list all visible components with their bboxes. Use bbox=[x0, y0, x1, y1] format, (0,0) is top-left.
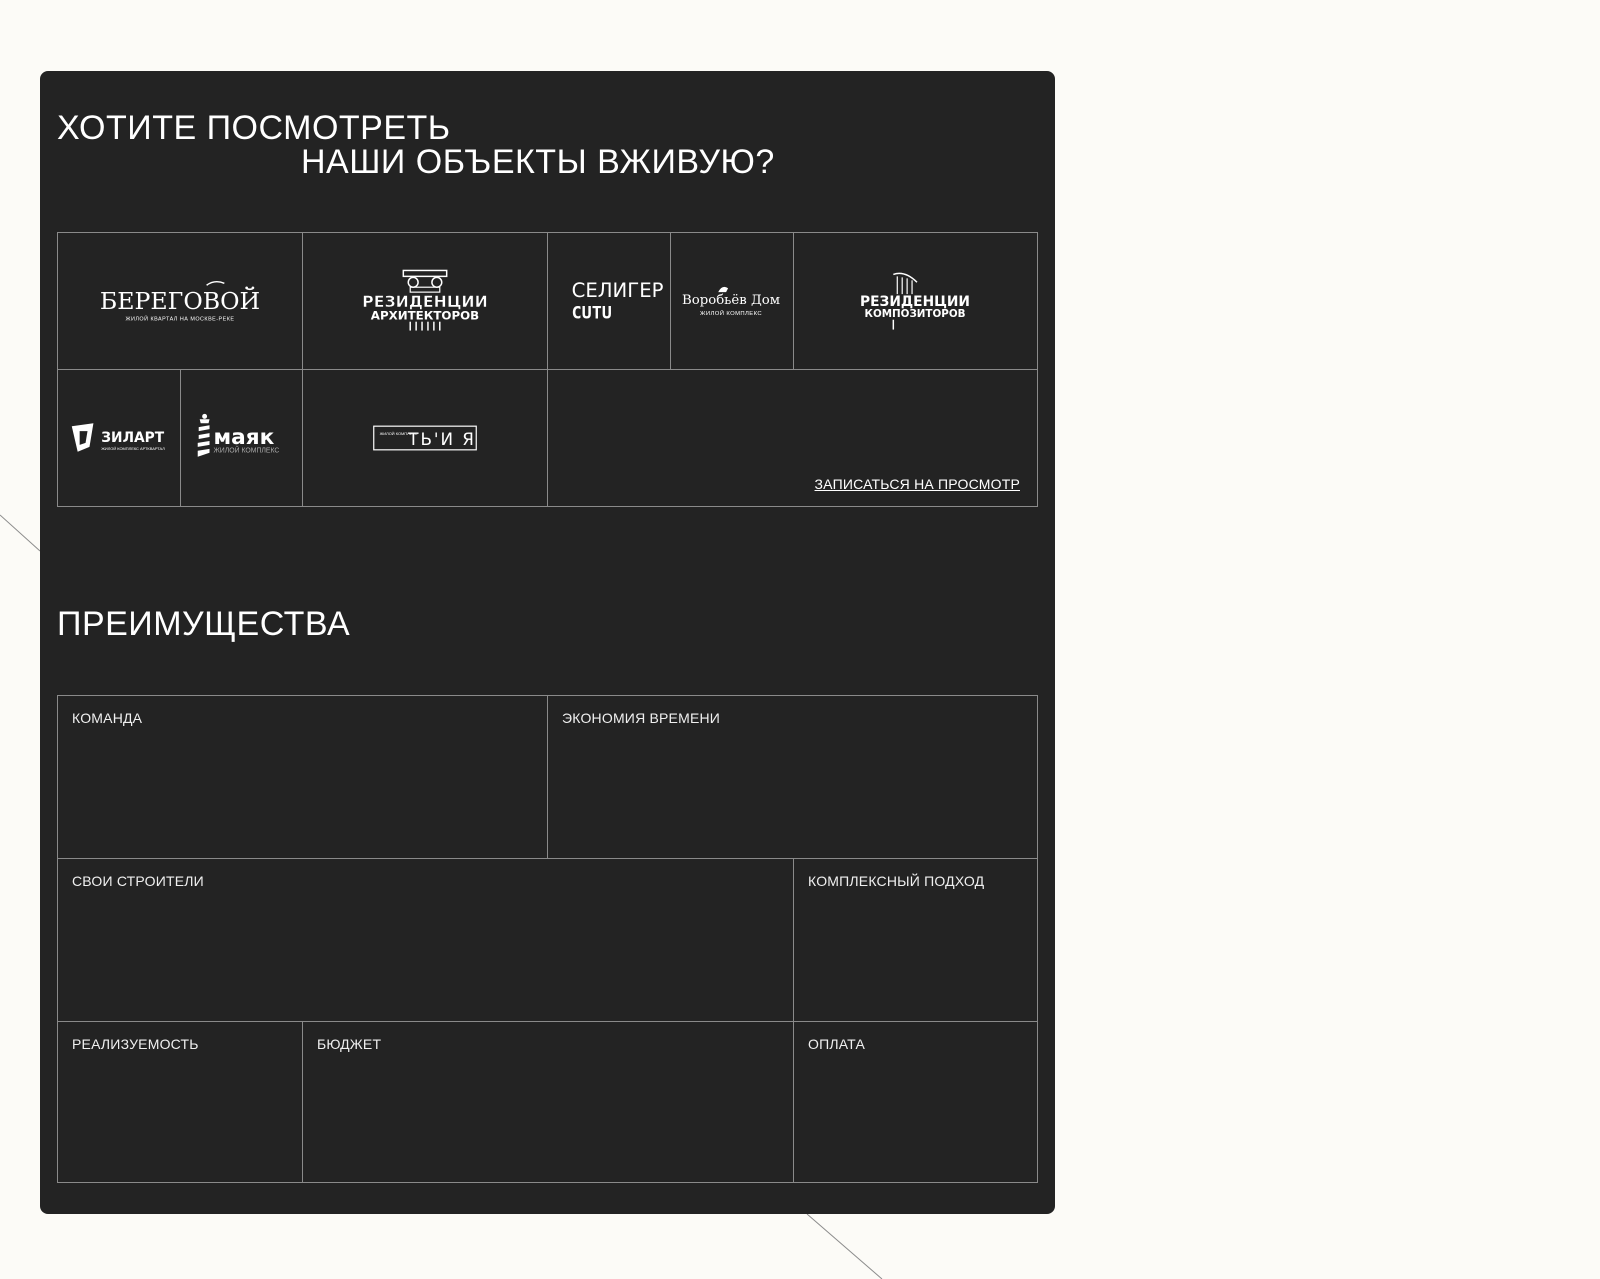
beregovoy-logo-text: БЕРЕГОВОЙ bbox=[100, 285, 260, 315]
vorobyov-dom-logo-subtext: ЖИЛОЙ КОМПЛЕКС bbox=[700, 309, 762, 317]
rezidentsii-kompozitorov-logo: РЕЗИДЕНЦИИ КОМПОЗИТОРОВ bbox=[860, 272, 970, 330]
advantage-card[interactable]: ОПЛАТА bbox=[793, 1021, 1038, 1183]
tyuya-logo-text: ТЬ'И Я bbox=[407, 429, 476, 449]
seliger-siti-logo-text: СЕЛИГЕР bbox=[572, 279, 664, 302]
vorobyov-dom-logo: Воробьёв Дом ЖИЛОЙ КОМПЛЕКС bbox=[682, 286, 780, 317]
logo-cell-rezidentsii-kompozitorov[interactable]: РЕЗИДЕНЦИИ КОМПОЗИТОРОВ bbox=[793, 232, 1038, 370]
content-panel: ХОТИТЕ ПОСМОТРЕТЬ НАШИ ОБЪЕКТЫ ВЖИВУЮ? Б… bbox=[40, 71, 1055, 1214]
viewing-title-line2: НАШИ ОБЪЕКТЫ ВЖИВУЮ? bbox=[301, 143, 775, 181]
viewing-title-line1: ХОТИТЕ ПОСМОТРЕТЬ bbox=[57, 109, 451, 147]
mayak-logo-subtext: ЖИЛОЙ КОМПЛЕКС bbox=[213, 446, 279, 455]
logo-cell-zilart[interactable]: ЗИЛАРТ ЖИЛОЙ КОМПЛЕКС АРТКВАРТАЛ bbox=[57, 369, 181, 507]
advantages-grid: КОМАНДА ЭКОНОМИЯ ВРЕМЕНИ СВОИ СТРОИТЕЛИ … bbox=[57, 695, 1038, 1183]
mayak-logo-text: маяк bbox=[213, 425, 274, 450]
advantage-label: ЭКОНОМИЯ ВРЕМЕНИ bbox=[562, 710, 721, 726]
tyuya-logo: ЖИЛОЙ КОМПЛЕКС ТЬ'И Я bbox=[373, 425, 477, 451]
seliger-siti-logo-subtext: CUTU bbox=[572, 303, 612, 323]
zilart-logo: ЗИЛАРТ ЖИЛОЙ КОМПЛЕКС АРТКВАРТАЛ bbox=[71, 423, 165, 452]
advantage-label: КОМАНДА bbox=[72, 710, 143, 726]
logo-cell-vorobyov-dom[interactable]: Воробьёв Дом ЖИЛОЙ КОМПЛЕКС bbox=[670, 232, 794, 370]
zilart-logo-subtext: ЖИЛОЙ КОМПЛЕКС АРТКВАРТАЛ bbox=[101, 446, 165, 451]
beregovoy-logo: БЕРЕГОВОЙ ЖИЛОЙ КВАРТАЛ НА МОСКВЕ-РЕКЕ bbox=[100, 280, 260, 323]
vorobyov-dom-logo-text: Воробьёв Дом bbox=[682, 293, 780, 308]
advantage-card[interactable]: КОМПЛЕКСНЫЙ ПОДХОД bbox=[793, 858, 1038, 1022]
rezidentsii-arkhitektorov-logo-subtext: АРХИТЕКТОРОВ bbox=[371, 309, 479, 323]
advantage-card[interactable]: ЭКОНОМИЯ ВРЕМЕНИ bbox=[547, 695, 1038, 859]
advantage-label: ОПЛАТА bbox=[808, 1036, 866, 1052]
advantage-label: СВОИ СТРОИТЕЛИ bbox=[72, 873, 204, 889]
beregovoy-logo-subtext: ЖИЛОЙ КВАРТАЛ НА МОСКВЕ-РЕКЕ bbox=[125, 315, 234, 323]
advantage-card[interactable]: РЕАЛИЗУЕМОСТЬ bbox=[57, 1021, 303, 1183]
book-viewing-link[interactable]: ЗАПИСАТЬСЯ НА ПРОСМОТР bbox=[815, 476, 1020, 492]
advantage-label: РЕАЛИЗУЕМОСТЬ bbox=[72, 1036, 199, 1052]
logo-cell-beregovoy[interactable]: БЕРЕГОВОЙ ЖИЛОЙ КВАРТАЛ НА МОСКВЕ-РЕКЕ bbox=[57, 232, 303, 370]
rezidentsii-arkhitektorov-logo: РЕЗИДЕНЦИИ АРХИТЕКТОРОВ bbox=[362, 269, 488, 331]
logo-cell-seliger-siti[interactable]: СЕЛИГЕР CUTU bbox=[547, 232, 671, 370]
logo-cell-mayak[interactable]: маяк ЖИЛОЙ КОМПЛЕКС bbox=[180, 369, 303, 507]
mayak-logo: маяк ЖИЛОЙ КОМПЛЕКС bbox=[197, 413, 279, 457]
rezidentsii-kompozitorov-logo-subtext: КОМПОЗИТОРОВ bbox=[865, 308, 966, 320]
advantages-title: ПРЕИМУЩЕСТВА bbox=[57, 605, 351, 643]
zilart-logo-text: ЗИЛАРТ bbox=[101, 430, 164, 446]
logo-cell-rezidentsii-arkhitektorov[interactable]: РЕЗИДЕНЦИИ АРХИТЕКТОРОВ bbox=[302, 232, 548, 370]
advantage-card[interactable]: БЮДЖЕТ bbox=[302, 1021, 794, 1183]
advantage-card[interactable]: СВОИ СТРОИТЕЛИ bbox=[57, 858, 794, 1022]
cta-cell: ЗАПИСАТЬСЯ НА ПРОСМОТР bbox=[547, 369, 1038, 507]
advantage-label: КОМПЛЕКСНЫЙ ПОДХОД bbox=[808, 873, 985, 889]
advantage-card[interactable]: КОМАНДА bbox=[57, 695, 548, 859]
logo-cell-tyuya[interactable]: ЖИЛОЙ КОМПЛЕКС ТЬ'И Я bbox=[302, 369, 548, 507]
seliger-siti-logo: СЕЛИГЕР CUTU bbox=[572, 279, 664, 323]
advantage-label: БЮДЖЕТ bbox=[317, 1036, 382, 1052]
objects-logo-grid: БЕРЕГОВОЙ ЖИЛОЙ КВАРТАЛ НА МОСКВЕ-РЕКЕ Р… bbox=[57, 232, 1038, 507]
